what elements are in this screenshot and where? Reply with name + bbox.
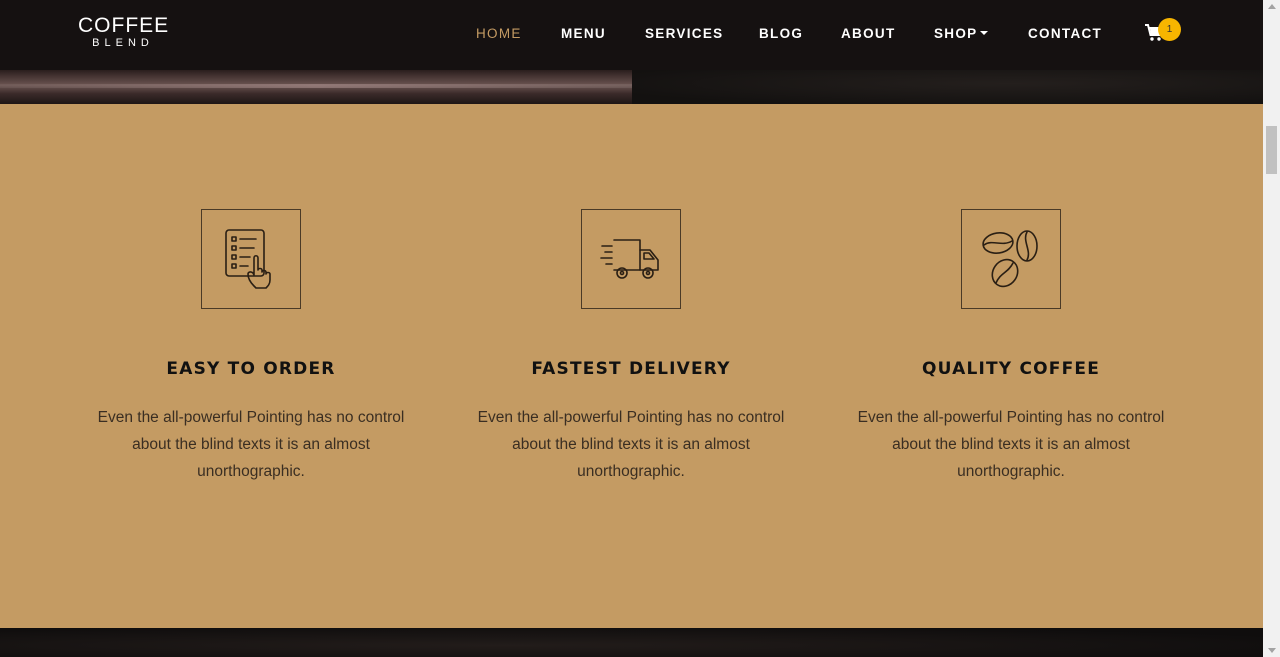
order-checklist-icon bbox=[225, 229, 271, 289]
feature-text: Even the all-powerful Pointing has no co… bbox=[477, 409, 785, 480]
hero-dark-panel bbox=[632, 70, 1263, 104]
hero-image bbox=[0, 70, 632, 104]
coffee-beans-icon bbox=[982, 230, 1038, 288]
feature-text: Even the all-powerful Pointing has no co… bbox=[97, 409, 405, 480]
nav-item-shop-label: SHOP bbox=[934, 26, 978, 41]
nav-menu: HOME MENU SERVICES BLOG ABOUT SHOP CONTA… bbox=[0, 0, 1263, 70]
next-section-background bbox=[0, 628, 1263, 657]
nav-item-menu[interactable]: MENU bbox=[561, 26, 606, 41]
scroll-down-arrow-icon[interactable] bbox=[1268, 648, 1276, 653]
nav-item-shop[interactable]: SHOP bbox=[934, 26, 989, 41]
nav-item-about[interactable]: ABOUT bbox=[841, 26, 896, 41]
feature-title: EASY TO ORDER bbox=[166, 359, 336, 379]
feature-title: FASTEST DELIVERY bbox=[531, 359, 731, 379]
order-checklist-icon-box bbox=[201, 209, 301, 309]
cart-count-badge: 1 bbox=[1158, 18, 1181, 41]
nav-item-contact[interactable]: CONTACT bbox=[1028, 26, 1102, 41]
scroll-up-arrow-icon[interactable] bbox=[1268, 4, 1276, 9]
delivery-truck-icon-box bbox=[581, 209, 681, 309]
nav-item-home[interactable]: HOME bbox=[476, 26, 522, 41]
page-scrollbar[interactable] bbox=[1263, 0, 1280, 657]
feature-title: QUALITY COFFEE bbox=[921, 359, 1101, 379]
navbar: COFFEE BLEND HOME MENU SERVICES BLOG ABO… bbox=[0, 0, 1263, 70]
cart-button[interactable]: 1 bbox=[1144, 18, 1184, 46]
scroll-thumb[interactable] bbox=[1266, 126, 1277, 174]
features-section: EASY TO ORDER Even the all-powerful Poin… bbox=[0, 104, 1263, 628]
dropdown-caret-icon bbox=[980, 30, 989, 35]
delivery-truck-icon bbox=[600, 239, 659, 279]
feature-text: Even the all-powerful Pointing has no co… bbox=[857, 409, 1165, 480]
coffee-beans-icon-box bbox=[961, 209, 1061, 309]
nav-item-services[interactable]: SERVICES bbox=[645, 26, 723, 41]
nav-item-blog[interactable]: BLOG bbox=[759, 26, 803, 41]
